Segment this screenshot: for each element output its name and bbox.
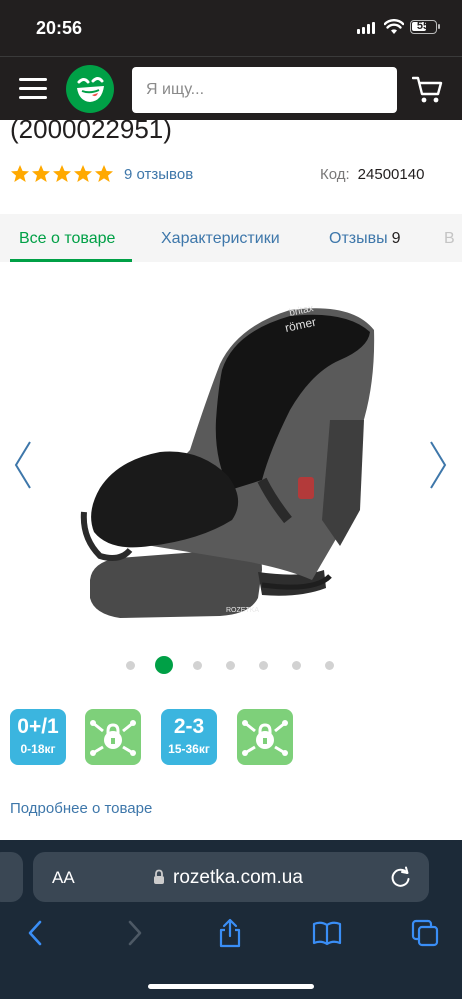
- star-icon: [74, 165, 92, 182]
- product-rating[interactable]: 9 отзывов: [10, 164, 193, 184]
- gallery-dot[interactable]: [126, 660, 135, 670]
- gallery-pagination: [126, 656, 334, 674]
- cellular-signal-icon: [357, 22, 375, 34]
- weight-group-label: 0+/1: [17, 715, 59, 738]
- tab-characteristics[interactable]: Характеристики: [161, 230, 280, 248]
- weight-group-badge: 0+/1 0-18кг: [10, 709, 66, 765]
- status-bar: 20:56 55: [0, 0, 462, 56]
- product-image-gallery[interactable]: britax römer ROZETKA: [0, 280, 462, 660]
- star-icon: [95, 165, 113, 182]
- reader-settings-button[interactable]: AA: [52, 868, 75, 888]
- search-field[interactable]: [132, 67, 397, 113]
- back-arrow-icon[interactable]: [22, 918, 52, 948]
- gallery-dot[interactable]: [193, 660, 202, 670]
- tab-all-about-product[interactable]: Все о товаре: [19, 230, 115, 248]
- bookmarks-icon[interactable]: [312, 918, 342, 948]
- tab-reviews-count: 9: [391, 230, 401, 247]
- tabs-icon[interactable]: [410, 918, 440, 948]
- previous-tab-preview[interactable]: [0, 852, 23, 902]
- product-code-value: 24500140: [357, 166, 425, 183]
- url-domain: rozetka.com.ua: [173, 867, 303, 888]
- weight-group-label: 2-3: [173, 715, 205, 738]
- address-bar[interactable]: AA rozetka.com.ua: [33, 852, 429, 902]
- gallery-dot[interactable]: [226, 660, 235, 670]
- rozetka-watermark: ROZETKA: [226, 607, 259, 614]
- gallery-dot-active[interactable]: [155, 656, 173, 674]
- battery-level: 55: [416, 20, 430, 32]
- isofix-lock-icon: [90, 720, 136, 756]
- weight-range-label: 15-36кг: [168, 742, 210, 756]
- search-input[interactable]: [146, 81, 376, 99]
- isofix-badge: [237, 709, 293, 765]
- status-time: 20:56: [36, 18, 83, 38]
- wifi-icon: [384, 19, 404, 34]
- lock-icon: [154, 869, 164, 884]
- product-code-label: Код:: [320, 166, 350, 183]
- battery-icon: 55: [410, 20, 440, 34]
- gallery-next-arrow-icon[interactable]: [428, 440, 448, 490]
- active-tab-indicator: [10, 259, 132, 262]
- share-icon[interactable]: [215, 918, 245, 948]
- product-details-link[interactable]: Подробнее о товаре: [10, 800, 152, 817]
- rating-stars: [10, 164, 114, 184]
- home-indicator: [148, 984, 314, 989]
- browser-toolbar: AA rozetka.com.ua: [0, 840, 462, 999]
- cart-icon[interactable]: [412, 75, 444, 105]
- tab-reviews-label: Отзывы: [329, 230, 388, 247]
- star-icon: [53, 165, 71, 182]
- gallery-dot[interactable]: [259, 660, 268, 670]
- weight-range-label: 0-18кг: [20, 742, 56, 756]
- isofix-badge: [85, 709, 141, 765]
- gallery-dot[interactable]: [325, 660, 334, 670]
- reviews-link[interactable]: 9 отзывов: [124, 166, 193, 183]
- star-icon: [11, 165, 29, 182]
- hamburger-icon[interactable]: [19, 76, 47, 100]
- smile-logo-icon: [77, 77, 104, 102]
- gallery-dot[interactable]: [292, 660, 301, 670]
- isofix-lock-icon: [242, 720, 288, 756]
- tab-questions[interactable]: В: [444, 230, 455, 248]
- product-code: Код: 24500140: [320, 166, 424, 183]
- app-header: [0, 56, 462, 120]
- rozetka-logo[interactable]: [66, 65, 114, 113]
- product-tabs: Все о товаре Характеристики Отзывы 9 В: [0, 214, 462, 262]
- tab-reviews[interactable]: Отзывы 9: [329, 230, 401, 248]
- star-icon: [32, 165, 50, 182]
- car-seat-image: britax römer ROZETKA: [80, 303, 375, 618]
- gallery-prev-arrow-icon[interactable]: [13, 440, 33, 490]
- reload-icon[interactable]: [390, 866, 412, 888]
- product-title: (2000022951): [10, 114, 172, 144]
- forward-arrow-icon[interactable]: [118, 918, 148, 948]
- weight-group-badge: 2-3 15-36кг: [161, 709, 217, 765]
